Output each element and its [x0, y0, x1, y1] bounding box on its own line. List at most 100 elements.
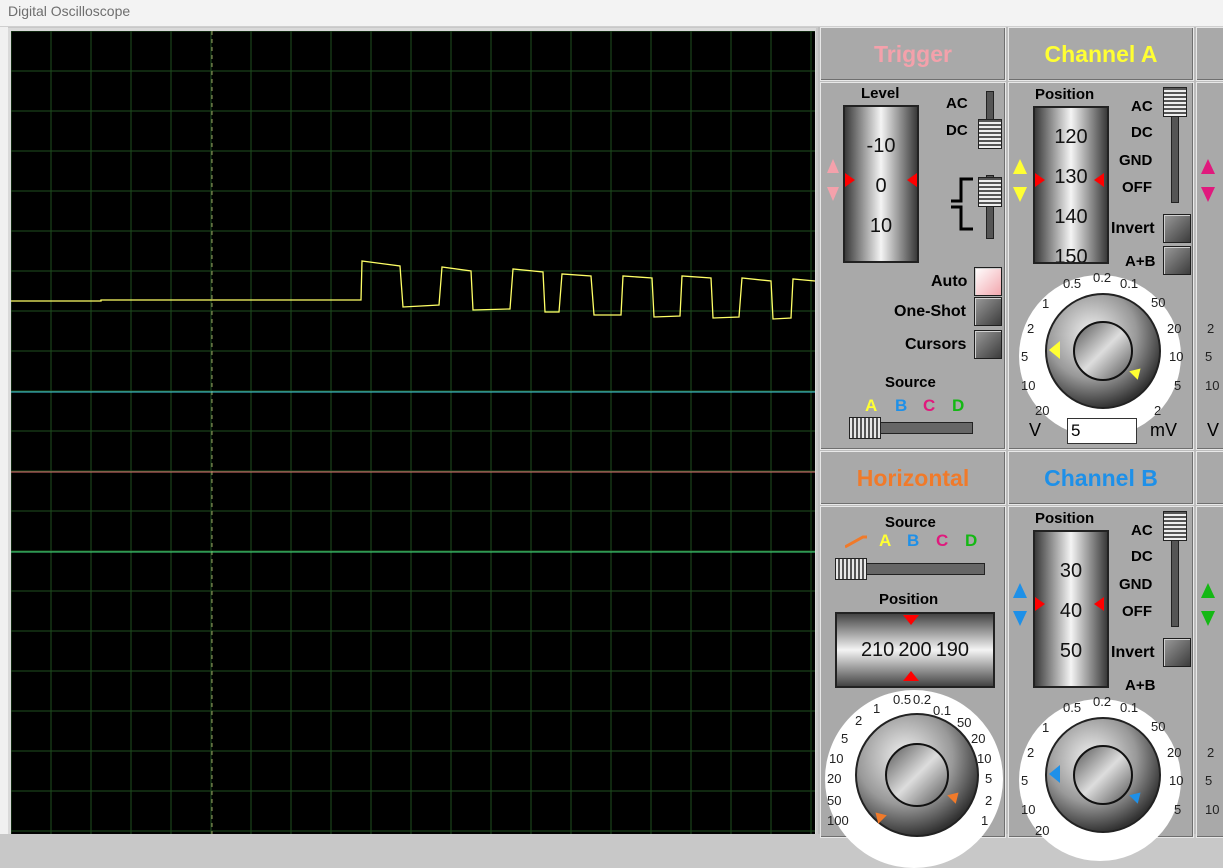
window-title: Digital Oscilloscope: [8, 3, 131, 19]
trigger-level-right-marker-icon: [907, 173, 917, 187]
horizontal-position-tick: 200: [898, 638, 932, 661]
channel-a-dial-label: 20: [1035, 403, 1050, 418]
horizontal-dial-label: 5: [985, 771, 993, 786]
channel-a-dial-label: 0.5: [1063, 276, 1082, 291]
channel-b-title: Channel B: [1044, 464, 1158, 491]
channel-b-position-left-marker-icon: [1035, 597, 1045, 611]
horizontal-dial-label: 1: [873, 701, 881, 716]
channel-b-position-down-arrow-icon[interactable]: [1013, 611, 1027, 626]
channel-a-dial-label: 10: [1021, 378, 1036, 393]
channel-a-invert-button[interactable]: [1163, 214, 1191, 243]
channel-b-gnd-label: GND: [1119, 576, 1153, 593]
horizontal-dial-label: 0.5: [893, 692, 912, 707]
auto-button[interactable]: [974, 267, 1002, 296]
trigger-level-label: Level: [861, 85, 900, 102]
horizontal-timebase-knob-cap[interactable]: [885, 743, 949, 807]
channel-b-dial-label: 50: [1151, 719, 1166, 734]
trigger-source-c: C: [923, 396, 936, 415]
channel-b-invert-label: Invert: [1111, 644, 1155, 661]
channel-a-position-tick: 150: [1054, 246, 1088, 264]
channel-a-dial-label: 0.1: [1120, 276, 1139, 291]
channel-c-up-arrow-icon[interactable]: [1201, 159, 1215, 174]
channel-a-knob-pointer-icon: [1049, 341, 1060, 359]
channel-a-position-tick: 120: [1054, 126, 1088, 148]
trigger-coupling-switch-thumb[interactable]: [978, 119, 1002, 149]
one-shot-label: One-Shot: [894, 303, 966, 320]
channel-a-ac-label: AC: [1131, 98, 1153, 115]
trigger-level-tick: 10: [869, 215, 893, 237]
channel-a-aplusb-label: A+B: [1125, 253, 1156, 270]
channel-a-dial-label: 10: [1169, 349, 1184, 364]
channel-a-unit-v: V: [1029, 420, 1042, 440]
channel-d-dial-label: 5: [1205, 773, 1213, 788]
channel-c-unit-v: V: [1207, 420, 1220, 440]
channel-c-dial-label: 2: [1207, 321, 1215, 336]
channel-b-header-panel: Channel B: [1008, 451, 1194, 505]
horizontal-position-tick: 190: [935, 638, 970, 661]
horizontal-panel: Source A B C D Position 210 200 190 0.5 …: [820, 506, 1006, 868]
channel-b-knob-pointer-icon: [1049, 765, 1060, 783]
horizontal-position-tick: 210: [860, 638, 895, 661]
channel-b-position-label: Position: [1035, 510, 1095, 527]
trigger-source-d: D: [952, 396, 965, 415]
trigger-edge-switch-thumb[interactable]: [978, 177, 1002, 207]
channel-a-unit-mv: mV: [1150, 420, 1177, 440]
trigger-source-slider-thumb[interactable]: [849, 417, 881, 439]
channel-c-panel: 2 5 10 V: [1196, 82, 1223, 450]
control-panels: Trigger Level -10 0 10 AC DC Auto One-Sh…: [818, 27, 1223, 868]
channel-a-position-left-marker-icon: [1035, 173, 1045, 187]
channel-a-header-panel: Channel A: [1008, 27, 1194, 81]
channel-a-position-tick: 140: [1054, 206, 1088, 228]
channel-b-volts-knob-cap[interactable]: [1073, 745, 1133, 805]
channel-a-off-label: OFF: [1122, 179, 1152, 196]
horizontal-dial-label: 20: [827, 771, 842, 786]
horizontal-dial-label: 1: [981, 813, 989, 828]
channel-a-dial-label: 50: [1151, 295, 1166, 310]
channel-d-dial-label: 2: [1207, 745, 1215, 760]
horizontal-dial-label: 10: [829, 751, 844, 766]
channel-b-dial-label: 10: [1169, 773, 1184, 788]
channel-a-dial-label: 20: [1167, 321, 1182, 336]
left-edge-strip: [0, 27, 8, 834]
channel-a-invert-label: Invert: [1111, 220, 1155, 237]
cursors-button[interactable]: [974, 330, 1002, 359]
channel-b-dial-label: 0.2: [1093, 694, 1112, 709]
channel-a-position-up-arrow-icon[interactable]: [1013, 159, 1027, 174]
trigger-level-down-arrow-icon[interactable]: [827, 187, 839, 201]
channel-d-up-arrow-icon[interactable]: [1201, 583, 1215, 598]
trigger-level-tick: -10: [866, 135, 896, 157]
scope-screen[interactable]: [11, 31, 815, 834]
channel-a-position-down-arrow-icon[interactable]: [1013, 187, 1027, 202]
channel-b-invert-button[interactable]: [1163, 638, 1191, 667]
channel-b-position-tick: 30: [1059, 560, 1083, 582]
horizontal-title: Horizontal: [856, 464, 970, 491]
one-shot-button[interactable]: [974, 297, 1002, 326]
channel-d-header-panel: [1196, 451, 1223, 505]
channel-a-value-input[interactable]: [1067, 418, 1137, 444]
channel-a-dc-label: DC: [1131, 124, 1153, 141]
cursors-label: Cursors: [905, 336, 967, 353]
channel-c-down-arrow-icon[interactable]: [1201, 187, 1215, 202]
channel-a-trace: [11, 260, 815, 320]
horizontal-dial-label: 50: [827, 793, 842, 808]
trigger-panel: Level -10 0 10 AC DC Auto One-Shot Curso…: [820, 82, 1006, 450]
channel-a-dial-label: 5: [1174, 378, 1182, 393]
channel-a-volts-knob-cap[interactable]: [1073, 321, 1133, 381]
horizontal-dial-label: 0.2: [913, 692, 932, 707]
horizontal-source-slider-thumb[interactable]: [835, 558, 867, 580]
channel-a-aplusb-button[interactable]: [1163, 246, 1191, 275]
channel-a-title: Channel A: [1044, 40, 1158, 67]
horizontal-source-a: A: [879, 531, 892, 550]
horizontal-dial-label: 10: [977, 751, 992, 766]
horizontal-dial-label: 5: [841, 731, 849, 746]
channel-a-dial-label: 5: [1021, 349, 1029, 364]
channel-a-coupling-switch-thumb[interactable]: [1163, 87, 1187, 117]
channel-d-down-arrow-icon[interactable]: [1201, 611, 1215, 626]
channel-b-coupling-switch-thumb[interactable]: [1163, 511, 1187, 541]
horizontal-source-label: Source: [885, 514, 936, 531]
channel-a-position-right-marker-icon: [1094, 173, 1104, 187]
horizontal-position-bottom-marker-icon: [903, 671, 919, 681]
trigger-source-label: Source: [885, 374, 936, 391]
trigger-level-up-arrow-icon[interactable]: [827, 159, 839, 173]
channel-b-position-up-arrow-icon[interactable]: [1013, 583, 1027, 598]
